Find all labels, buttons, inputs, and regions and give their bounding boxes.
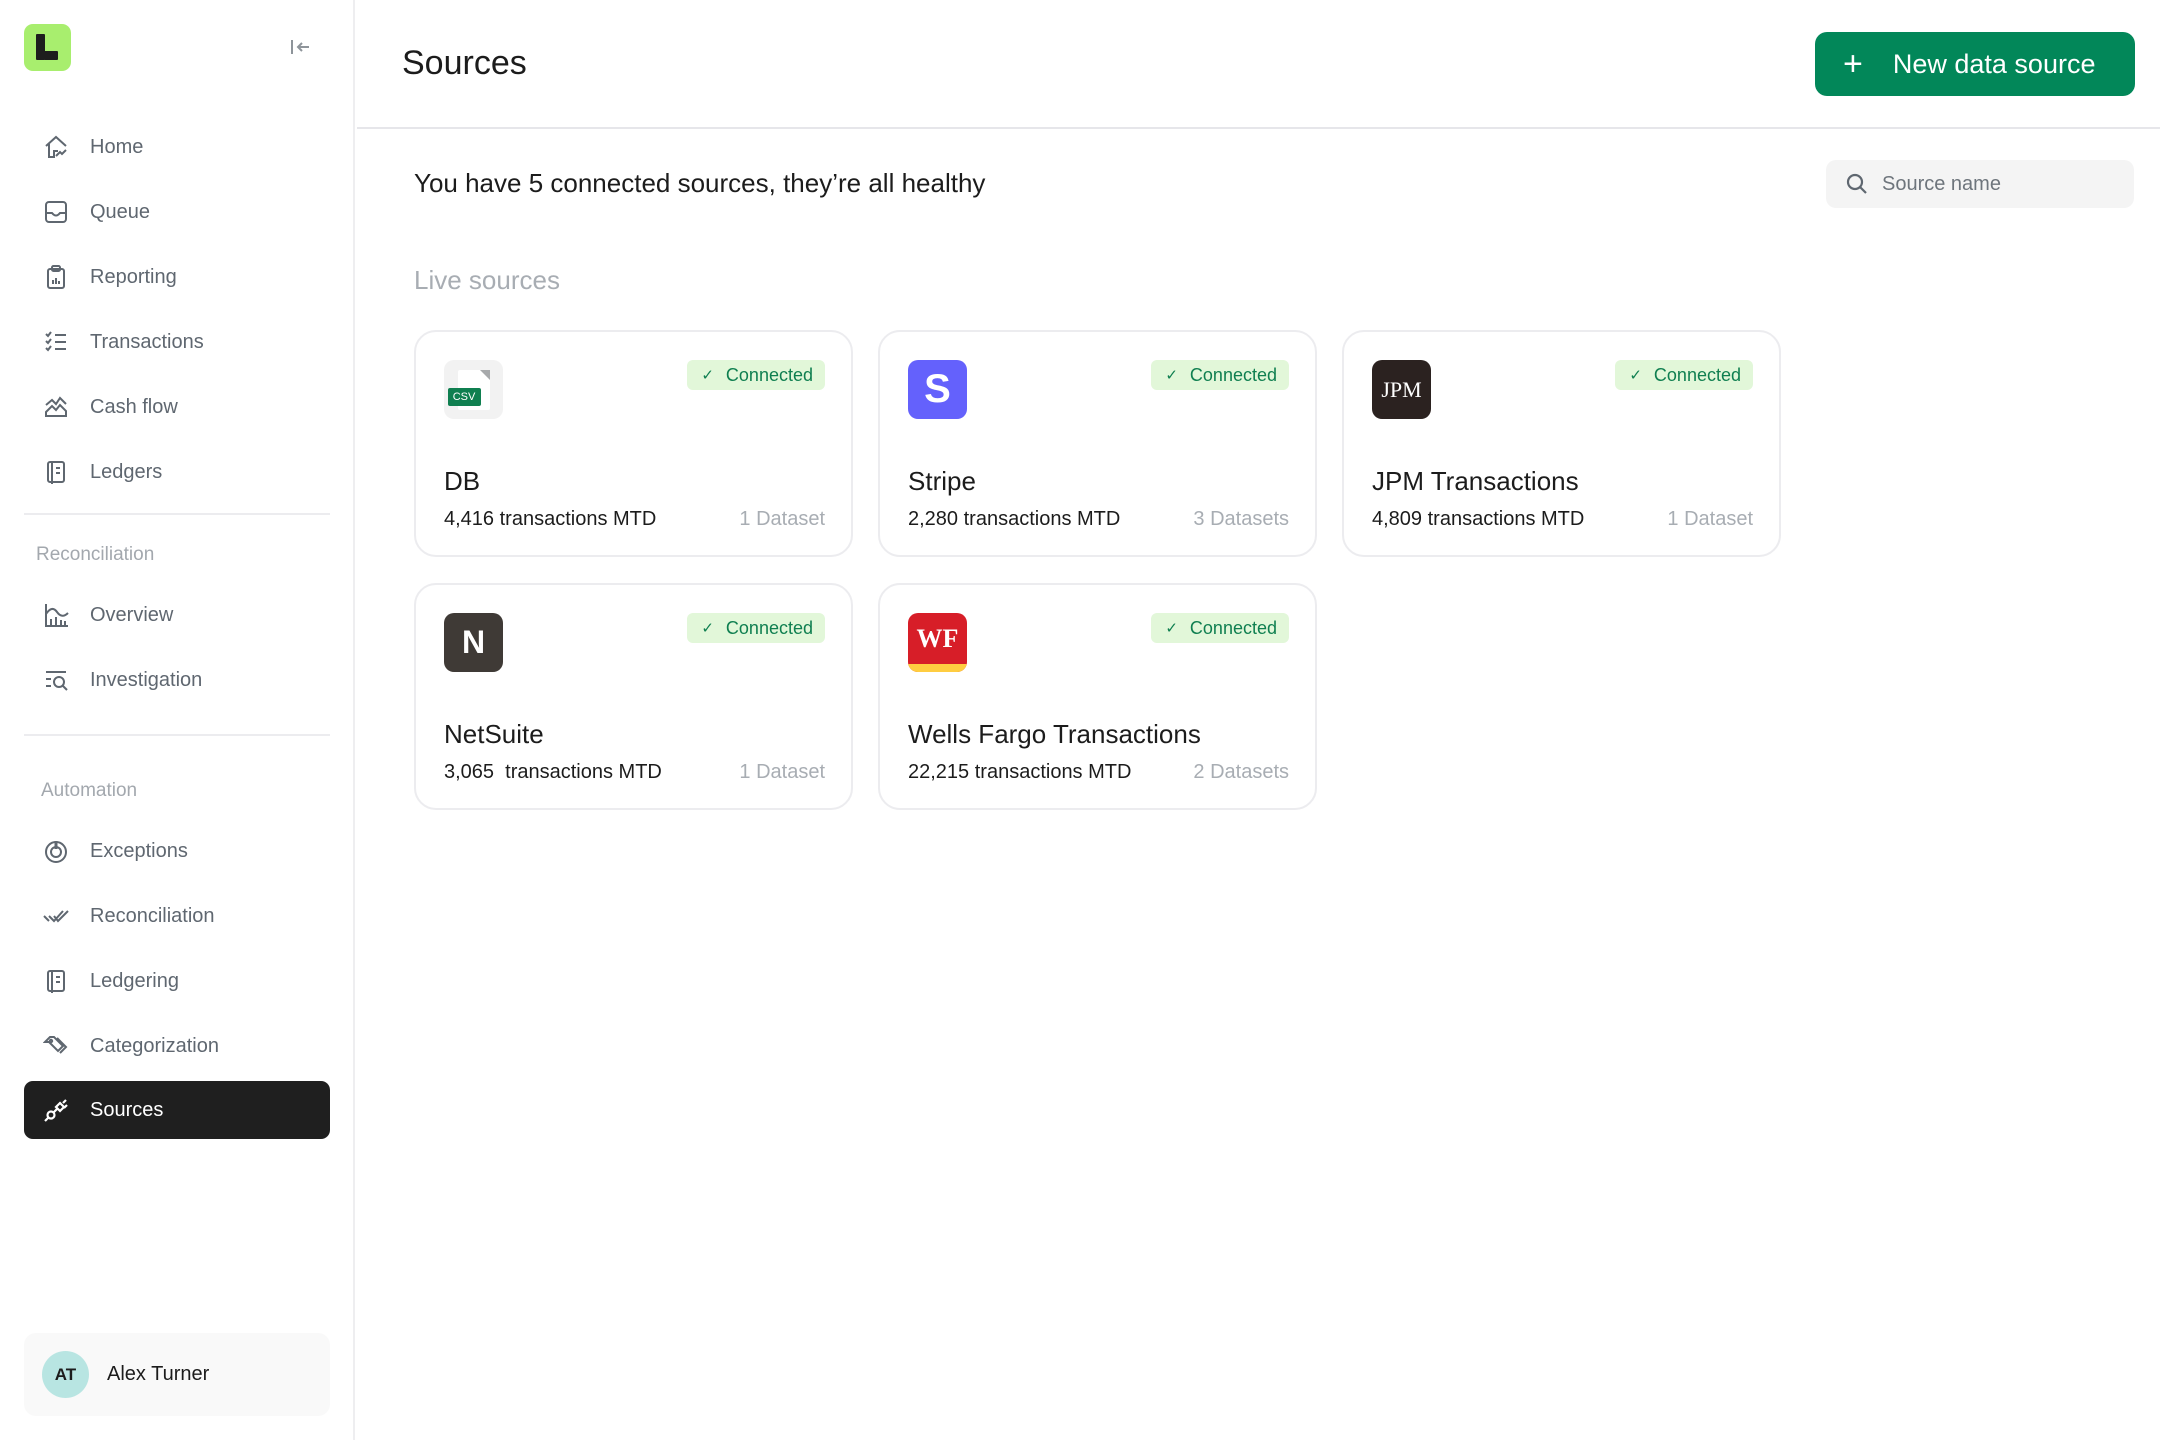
check-icon: ✓	[701, 620, 714, 637]
check-icon: ✓	[1165, 620, 1178, 637]
collapse-sidebar-button[interactable]	[286, 34, 316, 60]
source-name: JPM Transactions	[1372, 466, 1579, 496]
sidebar-item-queue[interactable]: Queue	[24, 183, 330, 241]
transactions-count: 2,280 transactions MTD	[908, 508, 1121, 530]
user-name: Alex Turner	[107, 1363, 210, 1385]
sidebar-divider	[24, 513, 330, 515]
sidebar-item-label: Reporting	[90, 265, 177, 288]
sidebar-item-reconciliation[interactable]: Reconciliation	[24, 887, 330, 945]
sidebar-item-label: Cash flow	[90, 395, 178, 418]
area-chart-icon	[42, 393, 70, 421]
sidebar-item-label: Overview	[90, 603, 174, 626]
sidebar-item-label: Ledgers	[90, 460, 163, 483]
plug-icon	[42, 1096, 70, 1124]
wells-fargo-logo-icon: WF	[908, 613, 967, 672]
transactions-count: 3,065 transactions MTD	[444, 761, 662, 783]
csv-tag: CSV	[447, 387, 481, 406]
sidebar-item-ledgering[interactable]: Ledgering	[24, 952, 330, 1010]
source-card-netsuite[interactable]: N ✓ Connected NetSuite 3,065 transactions…	[414, 583, 853, 810]
check-icon: ✓	[1629, 367, 1642, 384]
status-badge: ✓ Connected	[1151, 613, 1289, 643]
source-card-wells-fargo[interactable]: WF ✓ Connected Wells Fargo Transactions 2…	[878, 583, 1317, 810]
page-title: Sources	[402, 44, 527, 82]
section-title-automation: Automation	[41, 780, 138, 801]
collapse-left-icon	[291, 40, 309, 54]
clipboard-chart-icon	[42, 263, 70, 291]
status-badge: ✓ Connected	[687, 360, 825, 390]
search-icon	[1846, 173, 1868, 195]
netsuite-logo-icon: N	[444, 613, 503, 672]
sources-summary: You have 5 connected sources, they’re al…	[414, 168, 986, 198]
transactions-count: 22,215 transactions MTD	[908, 761, 1132, 783]
double-check-icon	[42, 902, 70, 930]
sidebar-item-label: Investigation	[90, 668, 203, 691]
status-badge: ✓ Connected	[1151, 360, 1289, 390]
check-icon: ✓	[701, 367, 714, 384]
app-logo[interactable]	[24, 24, 71, 71]
bar-chart-icon	[42, 601, 70, 629]
datasets-count: 1 Dataset	[739, 761, 825, 783]
sidebar-item-label: Home	[90, 135, 144, 158]
sidebar-divider	[24, 734, 330, 736]
sidebar-item-label: Ledgering	[90, 969, 179, 992]
source-name: Stripe	[908, 466, 976, 496]
transactions-count: 4,809 transactions MTD	[1372, 508, 1585, 530]
sidebar-item-label: Queue	[90, 200, 151, 223]
section-title-live-sources: Live sources	[414, 265, 560, 295]
datasets-count: 1 Dataset	[739, 508, 825, 530]
sidebar-item-cash-flow[interactable]: Cash flow	[24, 378, 330, 436]
avatar: AT	[42, 1351, 89, 1398]
stripe-logo-icon: S	[908, 360, 967, 419]
search-input[interactable]	[1882, 172, 2122, 196]
ledger-book-icon	[42, 458, 70, 486]
new-data-source-button[interactable]: + New data source	[1815, 32, 2135, 96]
source-card-stripe[interactable]: S ✓ Connected Stripe 2,280 transactions M…	[878, 330, 1317, 557]
plus-icon: +	[1843, 45, 1863, 83]
checklist-icon	[42, 328, 70, 356]
user-profile-button[interactable]: AT Alex Turner	[24, 1333, 330, 1416]
sidebar-item-home[interactable]: Home	[24, 118, 330, 176]
csv-file-icon: CSV	[444, 360, 503, 419]
sidebar-item-label: Transactions	[90, 330, 204, 353]
target-alert-icon	[42, 837, 70, 865]
search-list-icon	[42, 666, 70, 694]
sidebar-item-exceptions[interactable]: Exceptions	[24, 822, 330, 880]
sidebar-item-categorization[interactable]: Categorization	[24, 1017, 330, 1075]
inbox-icon	[42, 198, 70, 226]
status-badge: ✓ Connected	[687, 613, 825, 643]
section-title-reconciliation: Reconciliation	[36, 544, 155, 565]
datasets-count: 3 Datasets	[1193, 508, 1289, 530]
sidebar-item-ledgers[interactable]: Ledgers	[24, 443, 330, 501]
datasets-count: 1 Dataset	[1667, 508, 1753, 530]
sidebar-item-overview[interactable]: Overview	[24, 586, 330, 644]
jpm-logo-icon: JPM	[1372, 360, 1431, 419]
ledger-book-icon	[42, 967, 70, 995]
status-badge: ✓ Connected	[1615, 360, 1753, 390]
datasets-count: 2 Datasets	[1193, 761, 1289, 783]
sidebar-item-sources[interactable]: Sources	[24, 1081, 330, 1139]
tags-icon	[42, 1032, 70, 1060]
source-search[interactable]	[1826, 160, 2134, 208]
source-name: Wells Fargo Transactions	[908, 719, 1201, 749]
sidebar-item-label: Exceptions	[90, 839, 188, 862]
sidebar-item-transactions[interactable]: Transactions	[24, 313, 330, 371]
sidebar-item-reporting[interactable]: Reporting	[24, 248, 330, 306]
new-data-source-label: New data source	[1892, 48, 2096, 79]
home-icon	[42, 133, 70, 161]
page-header: Sources + New data source	[357, 0, 2160, 129]
check-icon: ✓	[1165, 367, 1178, 384]
sidebar-item-investigation[interactable]: Investigation	[24, 651, 330, 709]
sidebar-item-label: Sources	[90, 1098, 164, 1121]
transactions-count: 4,416 transactions MTD	[444, 508, 657, 530]
source-card-jpm[interactable]: JPM ✓ Connected JPM Transactions 4,809 tr…	[1342, 330, 1781, 557]
sidebar-item-label: Categorization	[90, 1034, 219, 1057]
source-name: NetSuite	[444, 719, 544, 749]
source-name: DB	[444, 466, 481, 496]
sidebar: Home Queue Reporting Transactions Cash f…	[0, 0, 355, 1440]
source-card-db[interactable]: CSV ✓ Connected DB 4,416 transactions MTD…	[414, 330, 853, 557]
sidebar-item-label: Reconciliation	[90, 904, 215, 927]
